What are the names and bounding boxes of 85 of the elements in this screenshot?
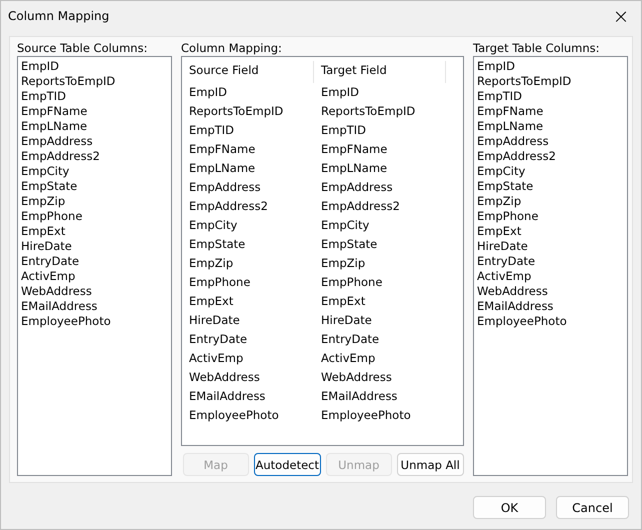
list-item[interactable]: EmpID (21, 59, 168, 74)
list-item[interactable]: EmpAddress (21, 134, 168, 149)
list-item[interactable]: EMailAddress (477, 299, 624, 314)
table-cell-text: WebAddress (188, 369, 261, 386)
list-item[interactable]: EmpLName (21, 119, 168, 134)
list-item[interactable]: HireDate (21, 239, 168, 254)
table-cell-text: EmpState (320, 236, 378, 253)
list-item[interactable]: ReportsToEmpID (21, 74, 168, 89)
list-item[interactable]: ActivEmp (21, 269, 168, 284)
table-cell-text: ReportsToEmpID (188, 103, 284, 120)
table-cell-text: EmpCity (188, 217, 238, 234)
table-cell-text: EmpExt (188, 293, 234, 310)
list-item[interactable]: EmpCity (21, 164, 168, 179)
table-cell-text: ActivEmp (320, 350, 376, 367)
table-cell-text: EmpLName (320, 160, 388, 177)
list-item[interactable]: EmpFName (21, 104, 168, 119)
table-cell-text: EmpTID (188, 122, 236, 139)
dialog-button[interactable]: Cancel (556, 496, 629, 519)
table-cell-text: EmpPhone (188, 274, 252, 291)
table-cell-text: EmpID (320, 84, 360, 101)
list-item[interactable]: EmpPhone (477, 209, 624, 224)
table-cell-text: EmpAddress (320, 179, 394, 196)
table-cell-text: EmpTID (320, 122, 368, 139)
list-item[interactable]: EmployeePhoto (477, 314, 624, 329)
action-button[interactable]: Unmap All (396, 453, 464, 476)
list-item[interactable]: EmpState (21, 179, 168, 194)
list-item[interactable]: HireDate (477, 239, 624, 254)
mapping-label: Column Mapping: (181, 41, 283, 55)
list-item[interactable]: EmpZip (477, 194, 624, 209)
close-button[interactable]: × (601, 2, 641, 30)
list-item[interactable]: EntryDate (21, 254, 168, 269)
table-cell-text: ActivEmp (188, 350, 244, 367)
list-item[interactable]: EmpPhone (21, 209, 168, 224)
table-cell-text: EmpFName (188, 141, 256, 158)
list-item[interactable]: EmpAddress (477, 134, 624, 149)
list-item[interactable]: EmpTID (477, 89, 624, 104)
table-cell-text: WebAddress (320, 369, 393, 386)
list-item[interactable]: EmpLName (477, 119, 624, 134)
list-item[interactable]: EmpExt (477, 224, 624, 239)
table-cell-text: EmpFName (320, 141, 388, 158)
table-cell-text: EmpState (188, 236, 246, 253)
list-item[interactable]: EMailAddress (21, 299, 168, 314)
table-cell-text: EmpExt (320, 293, 366, 310)
table-cell-text: EmpLName (188, 160, 256, 177)
table-cell-text: EmpAddress (188, 179, 262, 196)
table-cell-text: EmpAddress2 (320, 198, 401, 215)
table-cell-text: EmpCity (320, 217, 370, 234)
table-cell-text: HireDate (320, 312, 373, 329)
table-cell-text: EMailAddress (188, 388, 266, 405)
list-item[interactable]: EmpState (477, 179, 624, 194)
list-item[interactable]: EmpAddress2 (21, 149, 168, 164)
table-cell-text: EmpAddress2 (188, 198, 269, 215)
list-item[interactable]: WebAddress (21, 284, 168, 299)
table-cell-text: EmployeePhoto (320, 407, 412, 424)
table-cell-text: EmployeePhoto (188, 407, 280, 424)
table-cell-text: ReportsToEmpID (320, 103, 416, 120)
list-item[interactable]: ActivEmp (477, 269, 624, 284)
column-header[interactable]: Target Field (314, 61, 446, 83)
list-item[interactable]: EmpCity (477, 164, 624, 179)
table-cell-text: EntryDate (320, 331, 380, 348)
list-label: Source Table Columns: (17, 41, 148, 55)
action-button[interactable]: Autodetect (254, 453, 321, 476)
table-cell-text: EmpID (188, 84, 228, 101)
list-item[interactable]: EntryDate (477, 254, 624, 269)
table-cell-text: EmpZip (188, 255, 234, 272)
table-cell-text: EMailAddress (320, 388, 398, 405)
list-item[interactable]: EmpFName (477, 104, 624, 119)
list-item[interactable]: WebAddress (477, 284, 624, 299)
window-title: Column Mapping (8, 9, 110, 23)
list-item[interactable]: EmpZip (21, 194, 168, 209)
table-cell-text: EmpZip (320, 255, 366, 272)
table-cell-text: HireDate (188, 312, 241, 329)
list-item[interactable]: ReportsToEmpID (477, 74, 624, 89)
list-item[interactable]: EmpExt (21, 224, 168, 239)
table-cell-text: EntryDate (188, 331, 248, 348)
table-cell-text: EmpPhone (320, 274, 384, 291)
list-item[interactable]: EmployeePhoto (21, 314, 168, 329)
list-item[interactable]: EmpTID (21, 89, 168, 104)
list-label: Target Table Columns: (473, 41, 601, 55)
column-listbox[interactable]: EmpID ReportsToEmpID EmpTID EmpFName EmpLName EmpAddress EmpAddress2 EmpCity EmpState EmpZip EmpPhone EmpExt HireDate EntryDate ActivEmp WebAddress EMailAddress EmployeePhoto (473, 56, 628, 476)
dialog-button[interactable]: OK (473, 496, 546, 519)
list-item[interactable]: EmpID (477, 59, 624, 74)
column-header[interactable]: Source Field (182, 61, 314, 83)
list-item[interactable]: EmpAddress2 (477, 149, 624, 164)
column-listbox[interactable]: EmpID ReportsToEmpID EmpTID EmpFName EmpLName EmpAddress EmpAddress2 EmpCity EmpState EmpZip EmpPhone EmpExt HireDate EntryDate ActivEmp WebAddress EMailAddress EmployeePhoto (17, 56, 172, 476)
